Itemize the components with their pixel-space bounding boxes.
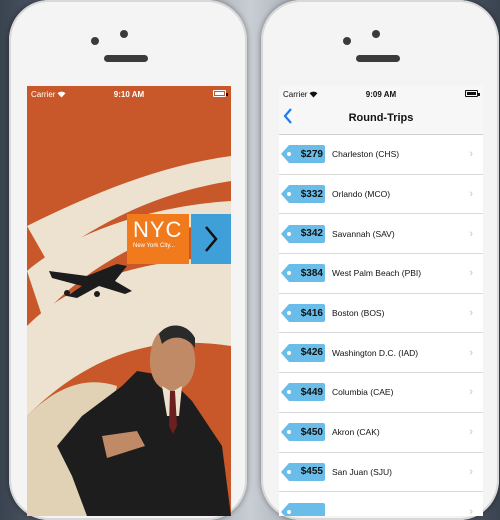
price-label: $416: [300, 307, 323, 319]
proximity-sensor: [120, 30, 128, 38]
price-label: $450: [300, 426, 323, 438]
price-tag: $416: [281, 304, 325, 323]
tag-hole: [287, 469, 291, 474]
flight-row[interactable]: $279 Charleston (CHS) ›: [279, 135, 483, 175]
price-tag: $384: [281, 264, 325, 283]
tag-hole: [287, 152, 291, 157]
destination-label: San Juan (SJU): [332, 466, 392, 477]
wifi-icon: [57, 91, 66, 97]
tag-hole: [287, 271, 291, 276]
price-label: $384: [300, 267, 323, 279]
destination-label: Charleston (CHS): [332, 149, 400, 160]
poster-illustration: [27, 86, 231, 516]
earpiece-speaker: [356, 55, 400, 62]
flight-row[interactable]: $332 Orlando (MCO) ›: [279, 174, 483, 215]
destination-label: Columbia (CAE): [332, 387, 394, 398]
phone-left: Carrier 9:10 AM NYC New York City...: [9, 0, 247, 520]
destination-label: Savannah (SAV): [332, 228, 395, 239]
proximity-sensor: [372, 30, 380, 38]
chevron-right-icon: ›: [469, 227, 473, 240]
chevron-right-icon: ›: [469, 465, 473, 478]
chevron-right-icon: ›: [469, 307, 473, 320]
tag-hole: [287, 350, 291, 355]
flight-row[interactable]: $426 Washington D.C. (IAD) ›: [279, 333, 483, 374]
price-tag: $426: [281, 343, 325, 362]
flight-row[interactable]: $384 West Palm Beach (PBI) ›: [279, 254, 483, 294]
city-subtitle: New York City...: [133, 243, 175, 249]
carrier-group: Carrier: [31, 90, 66, 99]
tag-hole: [287, 192, 291, 197]
flight-row[interactable]: $455 San Juan (SJU) ›: [279, 452, 483, 493]
price-label: $426: [300, 347, 323, 359]
tag-hole: [287, 390, 291, 395]
chevron-right-icon: [205, 226, 218, 252]
destination-label: Washington D.C. (IAD): [332, 347, 419, 358]
price-label: $279: [300, 148, 323, 160]
price-label: $449: [300, 386, 323, 398]
flight-row[interactable]: $450 Akron (CAK) ›: [279, 412, 483, 453]
wifi-icon: [309, 91, 318, 97]
price-label: $342: [300, 228, 323, 240]
price-tag: $332: [281, 185, 325, 204]
flight-row[interactable]: $416 Boston (BOS) ›: [279, 293, 483, 334]
back-chevron-icon: [283, 108, 292, 124]
price-label: $332: [300, 188, 323, 200]
tag-hole: [287, 231, 291, 236]
tag-hole: [287, 509, 291, 514]
next-arrow-button[interactable]: [191, 214, 231, 264]
screen-left: Carrier 9:10 AM NYC New York City...: [27, 86, 231, 516]
price-tag: $449: [281, 383, 325, 402]
price-tag: $455: [281, 462, 325, 481]
phone-right: Carrier 9:09 AM Round-Trips $279 Charlest…: [261, 0, 499, 520]
destination-label: Akron (CAK): [332, 427, 380, 438]
price-tag: [281, 502, 325, 516]
back-button[interactable]: [283, 108, 293, 129]
flight-row[interactable]: $342 Savannah (SAV) ›: [279, 214, 483, 255]
earpiece-speaker: [104, 55, 148, 62]
chevron-right-icon: ›: [469, 505, 473, 516]
tag-hole: [287, 311, 291, 316]
nyc-tile[interactable]: NYC New York City...: [127, 214, 189, 264]
price-label: $455: [300, 466, 323, 478]
destination-label: Boston (BOS): [332, 308, 385, 319]
chevron-right-icon: ›: [469, 426, 473, 439]
nav-title: Round-Trips: [348, 112, 414, 124]
front-camera: [343, 37, 351, 45]
chevron-right-icon: ›: [469, 267, 473, 280]
destination-label: West Palm Beach (PBI): [332, 268, 422, 279]
status-bar: Carrier 9:09 AM: [279, 86, 483, 102]
status-bar: Carrier 9:10 AM: [27, 86, 231, 102]
flight-row[interactable]: $449 Columbia (CAE) ›: [279, 373, 483, 413]
carrier-label: Carrier: [31, 89, 56, 99]
flight-list: $279 Charleston (CHS) › $332 Orlando (MCO) › $…: [279, 135, 483, 516]
chevron-right-icon: ›: [469, 188, 473, 201]
carrier-label: Carrier: [283, 89, 308, 99]
city-code: NYC: [133, 217, 183, 242]
chevron-right-icon: ›: [469, 346, 473, 359]
carrier-group: Carrier: [283, 90, 318, 99]
tag-hole: [287, 430, 291, 435]
battery-icon: [213, 90, 228, 97]
chevron-right-icon: ›: [469, 148, 473, 161]
destination-label: Orlando (MCO): [332, 189, 391, 200]
flight-row[interactable]: ›: [279, 492, 483, 516]
screen-right: Carrier 9:09 AM Round-Trips $279 Charlest…: [279, 86, 483, 516]
nyc-poster: Carrier 9:10 AM NYC New York City...: [27, 86, 231, 516]
navigation-bar: Round-Trips: [279, 102, 483, 135]
battery-icon: [465, 90, 480, 97]
price-tag: $279: [281, 145, 325, 164]
front-camera: [91, 37, 99, 45]
price-tag: $342: [281, 224, 325, 243]
price-tag: $450: [281, 423, 325, 442]
chevron-right-icon: ›: [469, 386, 473, 399]
